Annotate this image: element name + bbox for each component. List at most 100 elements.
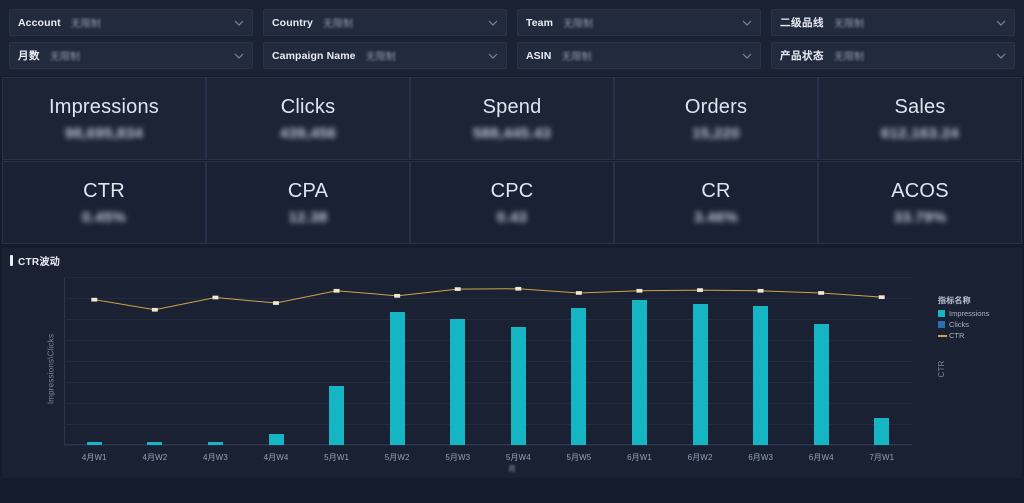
bar[interactable] <box>389 312 405 445</box>
metric-value: 612,163.24 <box>880 124 960 142</box>
chevron-down-icon[interactable] <box>234 18 244 28</box>
chevron-down-icon[interactable] <box>742 18 752 28</box>
chevron-down-icon[interactable] <box>488 18 498 28</box>
x-axis-tick-label: 7月W1 <box>869 453 895 462</box>
legend-item-ctr[interactable]: CTR <box>938 331 1010 340</box>
filter-value: 无限制 <box>70 19 101 30</box>
metric-value: 98,695,834 <box>64 124 144 142</box>
legend-label: CTR <box>949 331 965 340</box>
filter-bar: Account 无限制 Country 无限制 Team 无限制 二级品线 无限… <box>0 0 1024 76</box>
x-axis-tick-label: 6月W1 <box>627 453 652 462</box>
filter-label: Account <box>18 16 61 29</box>
bar-slot[interactable] <box>488 277 549 445</box>
metric-card-ctr[interactable]: CTR 0.45% <box>2 161 206 244</box>
bar[interactable] <box>510 326 526 445</box>
filter-value: 无限制 <box>563 19 594 30</box>
filter-value: 无限制 <box>365 52 396 63</box>
x-axis-tick-label: 4月W2 <box>142 453 168 462</box>
x-axis-tick-label: 5月W1 <box>324 453 350 462</box>
filter-product-line[interactable]: 二级品线 无限制 <box>766 6 1020 39</box>
bar-slot[interactable] <box>670 277 731 445</box>
y-axis-left-label: Impressions\Clicks <box>46 333 56 405</box>
bar[interactable] <box>450 319 466 445</box>
bar[interactable] <box>874 418 890 445</box>
x-axis-tick-label: 5月W3 <box>445 453 471 462</box>
legend-item-clicks[interactable]: Clicks <box>938 320 1010 329</box>
bar-slot[interactable] <box>609 277 670 445</box>
bar[interactable] <box>268 434 284 445</box>
legend-item-impressions[interactable]: Impressions <box>938 309 1010 318</box>
metric-card-cr[interactable]: CR 3.46% <box>614 161 818 244</box>
bar-slot[interactable] <box>549 277 610 445</box>
x-axis-tick-label: 6月W3 <box>748 453 774 462</box>
x-axis-tick-label: 4月W4 <box>263 453 289 462</box>
chevron-down-icon[interactable] <box>488 51 498 61</box>
chevron-down-icon[interactable] <box>234 51 244 61</box>
metric-title: Orders <box>684 95 748 118</box>
x-axis-tick-label: 6月W4 <box>808 453 834 462</box>
filter-account[interactable]: Account 无限制 <box>4 6 258 39</box>
bar-series <box>64 277 912 445</box>
bar[interactable] <box>147 441 163 445</box>
chevron-down-icon[interactable] <box>742 51 752 61</box>
filter-label: Campaign Name <box>272 49 356 62</box>
bar-slot[interactable] <box>64 277 125 445</box>
filter-product-status[interactable]: 产品状态 无限制 <box>766 39 1020 72</box>
filter-value: 无限制 <box>50 52 80 63</box>
filter-country[interactable]: Country 无限制 <box>258 6 512 39</box>
metric-cards-row-1: Impressions 98,695,834 Clicks 439,456 Sp… <box>0 76 1024 160</box>
chart-title: CTR波动 <box>18 257 61 268</box>
metric-card-spend[interactable]: Spend 588,445.43 <box>410 77 614 160</box>
bar-slot[interactable] <box>427 277 488 445</box>
x-axis-tick-label: 6月W2 <box>687 453 713 462</box>
legend-title: 指标名称 <box>938 296 971 305</box>
bar-slot[interactable] <box>306 277 367 445</box>
legend-swatch-ctr <box>938 334 947 337</box>
x-axis-tick-label: 5月W4 <box>505 453 531 462</box>
bar-slot[interactable] <box>791 277 852 445</box>
legend-swatch-clicks <box>938 321 945 328</box>
filter-asin[interactable]: ASIN 无限制 <box>512 39 766 72</box>
filter-team[interactable]: Team 无限制 <box>512 6 766 39</box>
metric-value: 588,445.43 <box>472 124 552 142</box>
metric-card-cpc[interactable]: CPC 0.43 <box>410 161 614 244</box>
bar-slot[interactable] <box>246 277 307 445</box>
metric-value: 3.46% <box>693 208 739 226</box>
metric-title: Impressions <box>48 95 159 118</box>
x-axis-labels: 4月W1 4月W2 4月W3 4月W4 5月W1 5月W2 5月W3 5月W4 5月W5 6月W1… <box>64 452 912 463</box>
metric-card-clicks[interactable]: Clicks 439,456 <box>206 77 410 160</box>
bar[interactable] <box>571 308 587 445</box>
y-axis-right-label: CTR <box>936 360 946 378</box>
metric-value: 33.79% <box>893 208 947 226</box>
bar[interactable] <box>207 442 223 445</box>
metric-card-acos[interactable]: ACOS 33.79% <box>818 161 1022 244</box>
bar[interactable] <box>329 386 345 445</box>
chart-legend: 指标名称 Impressions Clicks CTR <box>938 295 1010 342</box>
chart-panel: CTR波动 Impressions\Clicks CTR 4月W1 4月W2 4月W… <box>2 248 1022 478</box>
x-axis-tick-label: 4月W1 <box>81 453 107 462</box>
bar-slot[interactable] <box>125 277 186 445</box>
bar-slot[interactable] <box>730 277 791 445</box>
bar[interactable] <box>753 305 769 445</box>
filter-month-count[interactable]: 月数 无限制 <box>4 39 258 72</box>
bar[interactable] <box>692 303 708 445</box>
metric-value: 15,220 <box>692 124 740 142</box>
metric-card-impressions[interactable]: Impressions 98,695,834 <box>2 77 206 160</box>
metric-title: CTR <box>83 179 125 202</box>
metric-card-orders[interactable]: Orders 15,220 <box>614 77 818 160</box>
x-axis-tick-label: 5月W2 <box>384 453 410 462</box>
bar[interactable] <box>86 442 102 445</box>
bar-slot[interactable] <box>185 277 246 445</box>
metric-cards-row-2: CTR 0.45% CPA 12.38 CPC 0.43 CR 3.46% AC… <box>0 160 1024 244</box>
bar[interactable] <box>631 299 647 445</box>
bar[interactable] <box>813 324 829 445</box>
title-accent-bar <box>10 255 13 266</box>
bar-slot[interactable] <box>367 277 428 445</box>
legend-swatch-impressions <box>938 310 945 317</box>
filter-campaign-name[interactable]: Campaign Name 无限制 <box>258 39 512 72</box>
metric-card-cpa[interactable]: CPA 12.38 <box>206 161 410 244</box>
chevron-down-icon[interactable] <box>996 18 1006 28</box>
bar-slot[interactable] <box>852 277 913 445</box>
metric-card-sales[interactable]: Sales 612,163.24 <box>818 77 1022 160</box>
chevron-down-icon[interactable] <box>996 51 1006 61</box>
